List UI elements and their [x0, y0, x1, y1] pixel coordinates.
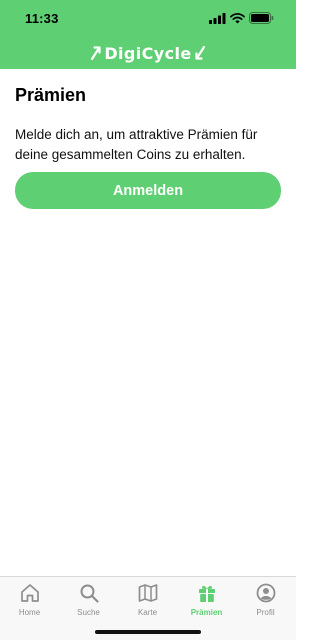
status-time: 11:33	[25, 11, 59, 26]
app-header: 11:33 DigiCycle	[0, 0, 296, 69]
battery-icon	[249, 12, 274, 24]
map-icon	[138, 584, 157, 602]
tab-search-label: Suche	[77, 608, 100, 617]
tab-home-label: Home	[18, 608, 41, 617]
arrow-down-left-icon	[195, 45, 205, 60]
arrow-up-right-icon	[91, 46, 101, 61]
profile-icon	[256, 583, 275, 603]
tab-profile[interactable]: Profil	[236, 582, 295, 622]
tab-search[interactable]: Suche	[59, 582, 118, 622]
search-icon	[80, 584, 99, 603]
tab-map-label: Karte	[137, 608, 158, 617]
tab-home[interactable]: Home	[0, 582, 59, 622]
status-bar: 11:33	[0, 0, 296, 36]
tab-map[interactable]: Karte	[118, 582, 177, 622]
app-name: DigiCycle	[104, 43, 192, 63]
tab-rewards[interactable]: Prämien	[177, 582, 236, 622]
app-logo: DigiCycle	[0, 40, 296, 66]
page-title: Prämien	[15, 85, 87, 105]
login-button[interactable]: Anmelden	[15, 172, 281, 209]
status-icons	[209, 12, 274, 24]
cellular-signal-icon	[209, 12, 226, 24]
tab-profile-label: Profil	[256, 608, 275, 617]
wifi-icon	[230, 12, 245, 23]
home-indicator	[95, 630, 201, 634]
home-icon	[20, 584, 39, 602]
tab-rewards-label: Prämien	[190, 608, 223, 617]
gift-icon	[198, 585, 215, 602]
login-prompt-text: Melde dich an, um attraktive Prämien für…	[15, 127, 258, 162]
